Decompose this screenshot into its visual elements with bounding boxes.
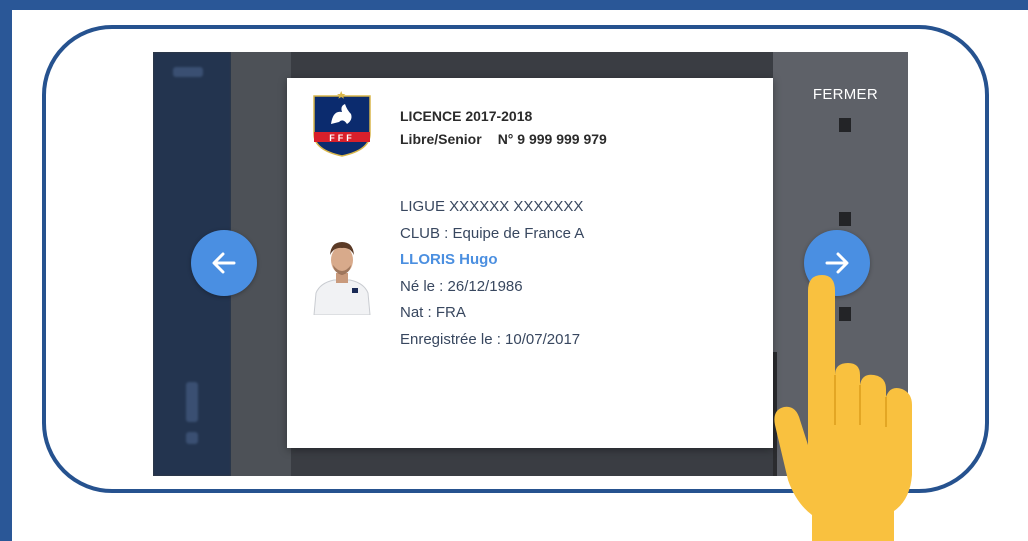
background-blur-element — [186, 382, 198, 422]
club-text: CLUB : Equipe de France A — [400, 224, 585, 242]
arrow-left-icon — [212, 252, 236, 274]
player-info: LIGUE XXXXXX XXXXXXX CLUB : Equipe de Fr… — [400, 194, 584, 353]
birth-date-text: Né le : 26/12/1986 — [400, 277, 523, 295]
licence-subtitle: Libre/Senior N° 9 999 999 979 — [400, 131, 607, 147]
player-photo — [312, 233, 372, 315]
fff-crest-icon: FFF — [313, 91, 371, 157]
svg-text:FFF: FFF — [329, 133, 355, 143]
nationality-text: Nat : FRA — [400, 304, 466, 321]
background-blur-element — [186, 432, 198, 444]
licence-number: N° 9 999 999 979 — [497, 131, 607, 147]
previous-button[interactable] — [191, 230, 257, 296]
pointing-hand-icon — [774, 275, 912, 541]
registration-date-text: Enregistrée le : 10/07/2017 — [400, 330, 581, 348]
background-blur-element — [173, 67, 203, 77]
background-block — [839, 118, 851, 132]
close-button[interactable]: FERMER — [813, 86, 878, 103]
league-text: LIGUE XXXXXX XXXXXXX — [400, 198, 584, 215]
player-name: LLORIS Hugo — [400, 251, 498, 268]
background-block — [839, 212, 851, 226]
licence-title: LICENCE 2017-2018 — [400, 108, 533, 124]
licence-card: FFF LICENCE 2017-2018 Libre/Senior N° 9 9… — [287, 78, 773, 448]
licence-category: Libre/Senior — [400, 131, 482, 147]
